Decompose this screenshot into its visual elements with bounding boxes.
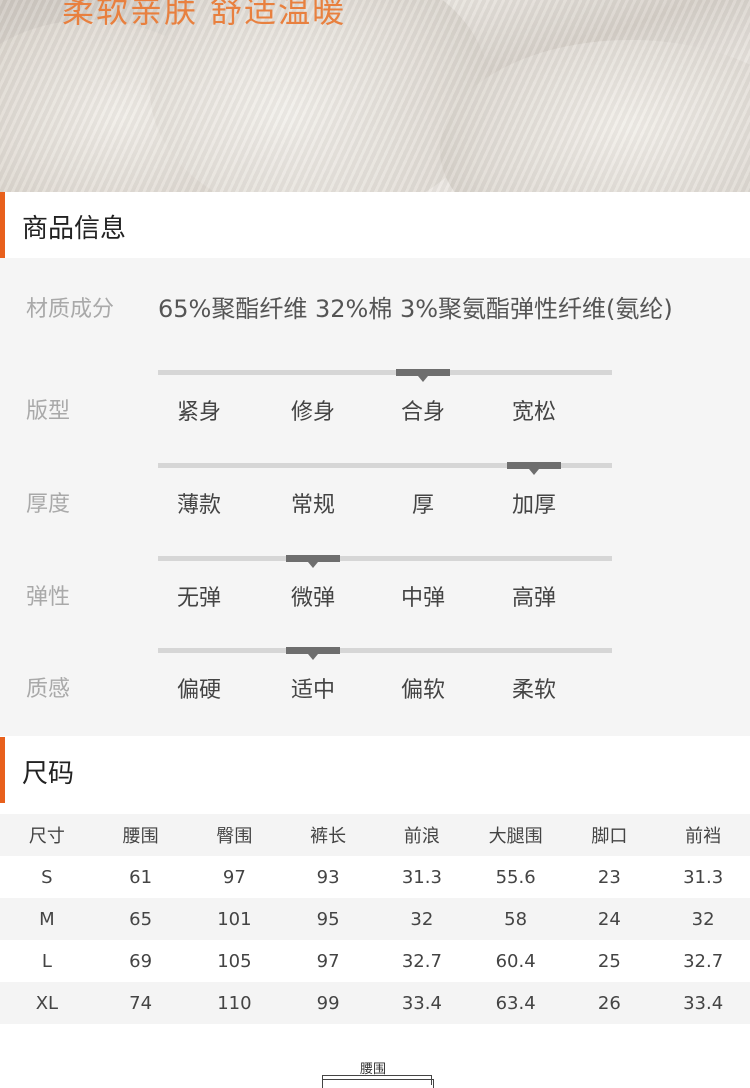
table-cell: 33.4 [683,992,724,1014]
attribute-label: 质感 [26,677,71,702]
hero-title: 柔软亲肤 舒适温暖 [62,0,347,30]
attribute-option: 柔软 [511,678,556,703]
column-header: 前裆 [685,826,722,847]
table-cell: XL [35,992,59,1014]
size-chart-title: 尺码 [22,759,75,789]
table-cell: 26 [597,992,621,1014]
attribute-option: 厚 [411,493,434,518]
attribute-row-elasticity: 弹性 无弹 微弹 中弹 高弹 [0,546,750,639]
attribute-option: 合身 [400,400,445,425]
attribute-option: 中弹 [400,586,445,611]
table-cell: 32 [691,908,715,930]
table-cell: 55.6 [495,866,536,888]
table-cell: 61 [129,866,153,888]
accent-bar [0,192,5,258]
table-cell: 110 [217,992,252,1014]
attribute-option: 宽松 [511,400,556,425]
attribute-label: 版型 [26,399,71,424]
column-header: 尺寸 [28,826,65,847]
column-header: 脚口 [591,826,628,847]
measurement-diagram: 腰围 [318,1058,436,1088]
table-cell: 23 [597,866,621,888]
attribute-label: 厚度 [26,492,71,517]
table-cell: 93 [316,866,340,888]
product-info-title: 商品信息 [22,214,127,244]
table-cell: 65 [129,908,153,930]
attribute-option: 常规 [290,493,335,518]
attribute-selected-marker [286,647,340,660]
attribute-row-fit: 版型 紧身 修身 合身 宽松 [0,360,750,453]
attribute-option: 无弹 [176,586,221,611]
hero-fabric-image: 柔软亲肤 舒适温暖 [0,0,750,192]
column-header: 裤长 [310,826,347,847]
table-cell: 69 [129,950,153,972]
table-cell: 32.7 [683,950,724,972]
accent-bar [0,737,5,803]
table-cell: 99 [316,992,340,1014]
table-cell: 97 [222,866,246,888]
material-value: 65%聚酯纤维 32%棉 3%聚氨酯弹性纤维(氨纶) [158,295,673,323]
attribute-selected-marker [286,555,340,568]
dimension-line [322,1075,432,1076]
table-cell: 32.7 [401,950,442,972]
table-header-row: 尺寸 腰围 臀围 裤长 前浪 大腿围 脚口 前裆 [0,814,750,856]
table-row: S 61 97 93 31.3 55.6 23 31.3 [0,856,750,898]
column-header: 大腿围 [488,826,543,847]
attribute-option: 紧身 [176,400,221,425]
table-cell: 63.4 [495,992,536,1014]
table-cell: 95 [316,908,340,930]
pants-waistband-outline [322,1079,434,1088]
attribute-option: 微弹 [290,586,335,611]
product-info-header: 商品信息 [0,192,750,258]
table-cell: 97 [316,950,340,972]
table-cell: 105 [217,950,252,972]
attribute-option: 偏硬 [176,678,221,703]
table-cell: 74 [129,992,153,1014]
table-cell: 101 [217,908,252,930]
attribute-track [158,556,612,561]
table-cell: 25 [597,950,621,972]
attribute-option: 适中 [290,678,335,703]
attribute-selected-marker [396,369,450,382]
column-header: 臀围 [216,826,253,847]
table-row: XL 74 110 99 33.4 63.4 26 33.4 [0,982,750,1024]
table-cell: 31.3 [683,866,724,888]
table-row: M 65 101 95 32 58 24 32 [0,898,750,940]
attribute-row-thickness: 厚度 薄款 常规 厚 加厚 [0,453,750,546]
table-cell: 24 [597,908,621,930]
table-cell: 33.4 [401,992,442,1014]
column-header: 腰围 [122,826,159,847]
material-label: 材质成分 [26,297,115,322]
attribute-row-texture: 质感 偏硬 适中 偏软 柔软 [0,638,750,731]
attribute-selected-marker [507,462,561,475]
table-cell: M [39,908,55,930]
table-cell: 31.3 [401,866,442,888]
attribute-track [158,370,612,375]
size-chart-table: 尺寸 腰围 臀围 裤长 前浪 大腿围 脚口 前裆 S 61 97 93 31.3… [0,814,750,1024]
product-info-panel: 材质成分 65%聚酯纤维 32%棉 3%聚氨酯弹性纤维(氨纶) 版型 紧身 修身… [0,258,750,736]
column-header: 前浪 [403,826,440,847]
size-chart-header: 尺码 [0,737,750,803]
attribute-track [158,648,612,653]
attribute-option: 偏软 [400,678,445,703]
table-cell: 58 [504,908,528,930]
table-cell: 32 [410,908,434,930]
table-row: L 69 105 97 32.7 60.4 25 32.7 [0,940,750,982]
attribute-label: 弹性 [26,585,71,610]
attribute-option: 加厚 [511,493,556,518]
table-cell: 60.4 [495,950,536,972]
table-cell: L [41,950,52,972]
attribute-option: 高弹 [511,586,556,611]
attribute-option: 修身 [290,400,335,425]
table-cell: S [41,866,53,888]
attribute-option: 薄款 [176,493,221,518]
